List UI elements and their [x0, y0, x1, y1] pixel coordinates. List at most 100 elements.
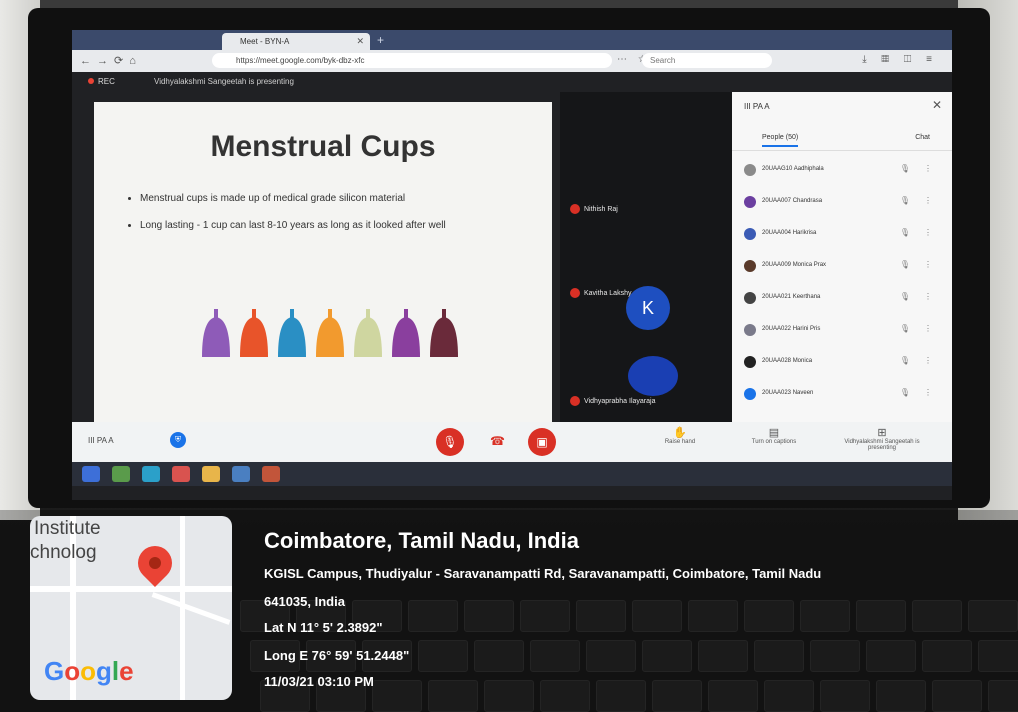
- participant-name: 20UAA028 Monica: [762, 358, 813, 364]
- tab-chat[interactable]: Chat: [915, 134, 930, 141]
- cup-shape: [392, 317, 420, 357]
- address-bar-row: ←→⟳⌂ https://meet.google.com/byk-dbz-xfc…: [72, 50, 952, 72]
- participant-row[interactable]: 20UAA022 Harini Pris 🎙 ⋮: [744, 322, 944, 338]
- cup-shape: [278, 317, 306, 357]
- presenting-banner: Vidhyalakshmi Sangeetah is presenting: [154, 77, 294, 86]
- meet-controls-bar: III PA A ⛨ 🎙 ☎ ▣ ✋ Raise hand ▤ Turn on ca…: [72, 422, 952, 462]
- google-logo: Google: [44, 656, 134, 686]
- people-panel: III PA A ✕ People (50) Chat 20UAAG10 Aad…: [732, 92, 952, 422]
- more-options-icon[interactable]: ⋮: [924, 228, 932, 237]
- map-thumbnail: Institute chnolog Google: [30, 516, 232, 700]
- taskbar-app-icon[interactable]: [112, 466, 130, 482]
- mic-muted-icon: 🎙: [899, 292, 910, 301]
- participant-name: 20UAA009 Monica Prax: [762, 262, 827, 268]
- url-field[interactable]: https://meet.google.com/byk-dbz-xfc: [212, 53, 612, 68]
- participant-row[interactable]: 20UAA028 Monica 🎙 ⋮: [744, 354, 944, 370]
- map-road: [30, 586, 232, 592]
- mic-muted-icon: 🎙: [899, 228, 910, 237]
- avatar: [744, 356, 756, 368]
- tab-people[interactable]: People (50): [762, 134, 799, 147]
- more-options-icon[interactable]: ⋮: [924, 164, 932, 173]
- map-label: chnolog: [30, 542, 97, 563]
- presenting-button[interactable]: ⊞ Vidhyalakshmi Sangeetah is presenting: [832, 426, 932, 451]
- avatar: [744, 292, 756, 304]
- location-pin-icon: [130, 538, 180, 588]
- cup-stem: [252, 309, 256, 318]
- shield-icon[interactable]: ⛨: [170, 432, 186, 448]
- mic-off-button[interactable]: 🎙: [436, 428, 464, 456]
- new-tab-icon[interactable]: +: [377, 33, 384, 47]
- cup-stem: [328, 309, 332, 318]
- search-input[interactable]: Search: [642, 53, 772, 68]
- participant-name: 20UAA023 Naveen: [762, 390, 814, 396]
- mic-muted-icon: 🎙: [899, 164, 910, 173]
- meeting-details[interactable]: III PA A: [88, 436, 114, 445]
- cup-shape: [240, 317, 268, 357]
- slide-bullet: Long lasting - 1 cup can last 8-10 years…: [140, 219, 530, 232]
- meet-top-bar: REC Vidhyalakshmi Sangeetah is presentin…: [72, 72, 952, 94]
- map-road: [180, 516, 185, 700]
- participant-name: 20UAA022 Harini Pris: [762, 326, 821, 332]
- more-options-icon[interactable]: ⋮: [924, 196, 932, 205]
- geotag-city: Coimbatore, Tamil Nadu, India: [264, 528, 579, 553]
- cup-stem: [214, 309, 218, 318]
- windows-taskbar: [72, 462, 952, 486]
- cup-shape: [354, 317, 382, 357]
- cup-shape: [430, 317, 458, 357]
- participant-row[interactable]: 20UAA021 Keerthana 🎙 ⋮: [744, 290, 944, 306]
- more-options-icon[interactable]: ⋮: [924, 260, 932, 269]
- panel-title: III PA A: [744, 102, 770, 111]
- close-tab-icon[interactable]: ✕: [356, 33, 364, 50]
- slide-bullets: Menstrual cups is made up of medical gra…: [124, 192, 530, 246]
- geotag-datetime: 11/03/21 03:10 PM: [264, 674, 374, 689]
- camera-off-button[interactable]: ▣: [528, 428, 556, 456]
- mic-muted-icon: 🎙: [899, 356, 910, 365]
- raise-hand-button[interactable]: ✋ Raise hand: [640, 426, 720, 445]
- geotag-address-line2: 641035, India: [264, 594, 345, 609]
- cup-stem: [404, 309, 408, 318]
- participant-row[interactable]: 20UAA009 Monica Prax 🎙 ⋮: [744, 258, 944, 274]
- taskbar-app-icon[interactable]: [172, 466, 190, 482]
- map-road: [151, 592, 231, 625]
- close-icon[interactable]: ✕: [932, 98, 942, 112]
- present-icon: ⊞: [877, 427, 887, 439]
- more-options-icon[interactable]: ⋮: [924, 388, 932, 397]
- cup-stem: [442, 309, 446, 318]
- taskbar-app-icon[interactable]: [262, 466, 280, 482]
- panel-tabs: People (50) Chat: [732, 130, 952, 151]
- participant-name: 20UAA007 Chandrasa: [762, 198, 823, 204]
- slide-title: Menstrual Cups: [210, 130, 436, 163]
- slide-bullet: Menstrual cups is made up of medical gra…: [140, 192, 530, 205]
- mic-muted-icon: 🎙: [899, 388, 910, 397]
- start-icon[interactable]: [82, 466, 100, 482]
- cup-shape: [202, 317, 230, 357]
- taskbar-app-icon[interactable]: [232, 466, 250, 482]
- tile-name: Kavitha Lakshy: [570, 288, 631, 298]
- participant-row[interactable]: 20UAA023 Naveen 🎙 ⋮: [744, 386, 944, 402]
- recording-indicator: REC: [88, 77, 115, 86]
- cup-shape: [316, 317, 344, 357]
- cup-stem: [366, 309, 370, 318]
- taskbar-app-icon[interactable]: [142, 466, 160, 482]
- more-options-icon[interactable]: ⋮: [924, 356, 932, 365]
- toolbar-icons[interactable]: ⤓ ▦ ◫ ≡: [862, 54, 938, 65]
- browser-tab[interactable]: Meet - BYN-A ✕: [222, 33, 370, 50]
- geotag-latitude: Lat N 11° 5' 2.3892": [264, 620, 383, 635]
- participant-row[interactable]: 20UAAG10 Aadhiphala 🎙 ⋮: [744, 162, 944, 178]
- avatar: [744, 196, 756, 208]
- participant-row[interactable]: 20UAA007 Chandrasa 🎙 ⋮: [744, 194, 944, 210]
- nav-buttons[interactable]: ←→⟳⌂: [80, 54, 142, 67]
- avatar: [744, 260, 756, 272]
- geotag-longitude: Long E 76° 59' 51.2448": [264, 648, 410, 663]
- participant-name: 20UAA021 Keerthana: [762, 294, 821, 300]
- participant-avatar: K: [626, 286, 670, 330]
- more-options-icon[interactable]: ⋮: [924, 324, 932, 333]
- hangup-button[interactable]: ☎: [490, 434, 505, 448]
- more-options-icon[interactable]: ⋮: [924, 292, 932, 301]
- captions-button[interactable]: ▤ Turn on captions: [734, 426, 814, 445]
- taskbar-app-icon[interactable]: [202, 466, 220, 482]
- participant-row[interactable]: 20UAA004 Harikrisa 🎙 ⋮: [744, 226, 944, 242]
- avatar: [744, 164, 756, 176]
- avatar: [744, 228, 756, 240]
- laptop-screen: Meet - BYN-A ✕ + ←→⟳⌂ https://meet.googl…: [72, 30, 952, 500]
